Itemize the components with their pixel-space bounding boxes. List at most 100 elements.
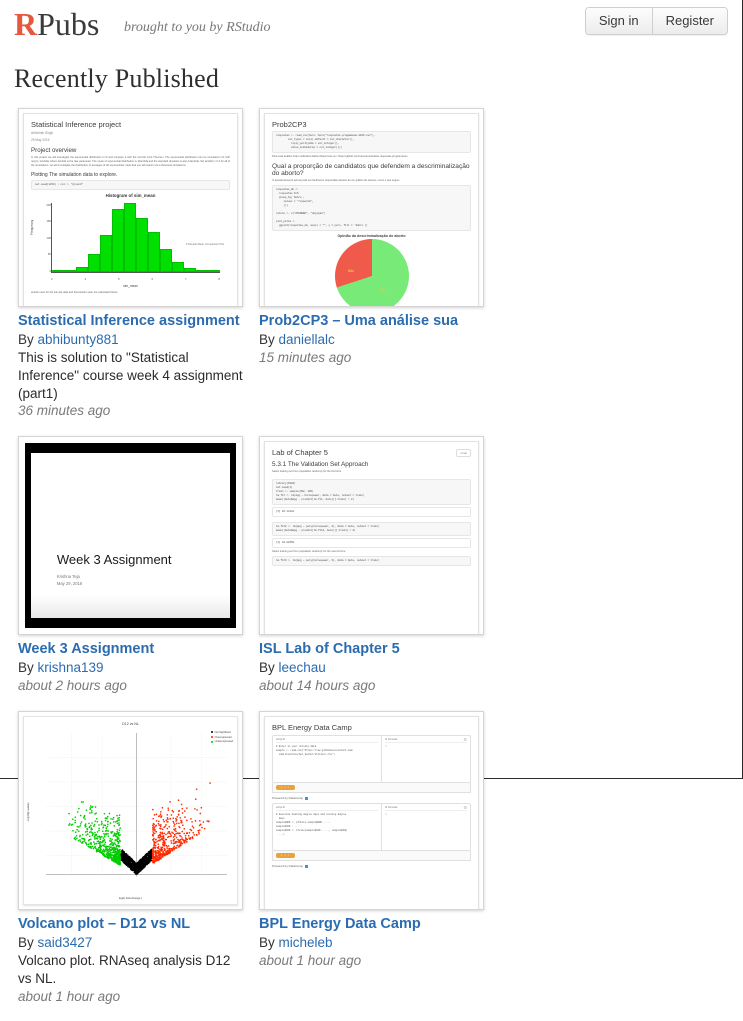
card-author-link[interactable]: abhibunty881 [38, 332, 119, 347]
card-byline: By leechau [259, 659, 484, 677]
thumbnail-volcano-plot[interactable]: D12 vs NL -log10(p-value) Not Significan… [18, 710, 243, 910]
card-body: Volcano plot – D12 vs NL By said3427 Vol… [18, 910, 243, 1005]
gear-icon[interactable]: ⚙ [463, 737, 467, 742]
slide-title: Week 3 Assignment [56, 552, 172, 568]
card-byline: By micheleb [259, 934, 484, 952]
datacamp-script-pane[interactable]: script.R # Generate heating degree days … [273, 803, 383, 850]
thumb-doc-heading: Qual a proporção de candidatos que defen… [272, 163, 470, 178]
publication-card: D12 vs NL -log10(p-value) Not Significan… [10, 710, 251, 1005]
card-title-link[interactable]: Statistical Inference assignment [18, 312, 243, 331]
volcano-chart: D12 vs NL -log10(p-value) Not Significan… [23, 715, 238, 905]
card-timestamp: 15 minutes ago [259, 349, 352, 365]
publication-card: BPL Energy Data Camp script.R # Enter in… [251, 710, 492, 1005]
thumbnail-isl-lab-chapter5[interactable]: Code Lab of Chapter 5 5.3.1 The Validati… [259, 436, 484, 636]
thumbnail-bpl-energy-data-camp[interactable]: BPL Energy Data Camp script.R # Enter in… [259, 710, 484, 910]
thumb-code-block: library(ISLR) set.seed(1) train <- sampl… [272, 479, 471, 506]
run-button[interactable]: • • • [276, 784, 296, 790]
publication-card: Code Lab of Chapter 5 5.3.1 The Validati… [251, 436, 492, 695]
thumb-code-output: [1] 26.14142 [272, 507, 471, 518]
thumb-document: BPL Energy Data Camp script.R # Enter in… [264, 715, 479, 909]
thumb-histogram: Histogram of sim_mean Frequency 200 150 10… [30, 193, 230, 289]
legend-color-swatch [211, 736, 214, 739]
powered-label: Powered by DataCamp [272, 863, 304, 868]
card-author-link[interactable]: leechau [279, 660, 326, 675]
card-author-link[interactable]: micheleb [279, 935, 333, 950]
card-author-link[interactable]: said3427 [38, 935, 93, 950]
histogram-xlabel: sim_mean [123, 283, 138, 288]
script-code: # Generate heating degree days and cooli… [276, 812, 348, 837]
card-author-link[interactable]: krishna139 [38, 660, 104, 675]
card-title-link[interactable]: Volcano plot – D12 vs NL [18, 915, 243, 934]
histogram-plot-area [51, 202, 220, 273]
recently-published-grid: Statistical Inference project Abhishek S… [0, 108, 742, 1021]
histogram-bar [136, 217, 148, 272]
thumb-doc-note: Select training set from population rand… [272, 470, 342, 474]
volcano-title: D12 vs NL [122, 721, 139, 726]
thumb-doc-paragraph: In this project we will investigate the … [31, 155, 230, 167]
card-timestamp: about 14 hours ago [259, 678, 376, 694]
histogram-x-tick: 4 [84, 276, 87, 281]
logo-letter-r: R [14, 6, 38, 42]
histogram-bar [112, 209, 124, 272]
thumb-doc-code-2: respostas_ab <- respostas %>% group_by(`… [272, 185, 471, 232]
datacamp-panel: script.R # Enter in your utility data sa… [272, 734, 471, 783]
card-author-link[interactable]: daniellalc [279, 332, 335, 347]
thumb-doc-title: Lab of Chapter 5 [272, 448, 328, 458]
auth-button-group: Sign in Register [584, 7, 728, 35]
histogram-side-note: # Sample Mean Comparison Plot [185, 242, 224, 246]
card-title-link[interactable]: Week 3 Assignment [18, 640, 243, 659]
thumbnail-week3-assignment[interactable]: Week 3 Assignment Krishna Teja May 29, 2… [18, 436, 243, 636]
legend-item: Underexpressed [211, 740, 233, 745]
register-button[interactable]: Register [651, 8, 727, 34]
histogram-bar [52, 269, 64, 272]
rpubs-logo[interactable]: RPubs [14, 4, 99, 44]
histogram-x-tick: 7 [184, 276, 187, 281]
publication-card: Week 3 Assignment Krishna Teja May 29, 2… [10, 436, 251, 695]
thumb-code-block: lm.fit3 <- lm(mpg ~ poly(horsepower, 3),… [272, 556, 471, 567]
card-title-link[interactable]: ISL Lab of Chapter 5 [259, 640, 484, 659]
histogram-bar [76, 266, 88, 272]
gear-icon[interactable]: ⚙ [463, 805, 467, 810]
script-tab[interactable]: script.R [276, 806, 379, 811]
run-button[interactable]: • • • [276, 852, 296, 858]
script-tab[interactable]: script.R [276, 738, 379, 743]
volcano-plot-area [46, 732, 227, 884]
code-toggle-button[interactable]: Code [456, 449, 471, 458]
datacamp-console-pane[interactable]: R Console > ⚙ [382, 736, 470, 782]
site-header: RPubs brought to you by RStudio Sign in … [0, 0, 742, 50]
histogram-bar [148, 231, 160, 272]
slide-subtitle: Krishna Teja May 29, 2016 [57, 573, 82, 587]
datacamp-script-pane[interactable]: script.R # Enter in your utility data sa… [273, 735, 383, 782]
card-description: Volcano plot. RNAseq analysis D12 vs NL. [18, 952, 231, 986]
datacamp-panel: script.R # Generate heating degree days … [272, 802, 471, 851]
datacamp-run-bar: • • • [272, 850, 471, 861]
card-title-link[interactable]: Prob2CP3 – Uma análise sua [259, 312, 484, 331]
datacamp-console-pane[interactable]: R Console > ⚙ [382, 804, 470, 850]
thumb-doc-title: Statistical Inference project [31, 120, 122, 129]
sign-in-button[interactable]: Sign in [585, 8, 652, 34]
histogram-bar [100, 234, 112, 272]
volcano-legend: Not Significant Overexpressed Underexpress… [211, 731, 233, 745]
card-body: ISL Lab of Chapter 5 By leechau about 14… [259, 635, 484, 695]
console-tab[interactable]: R Console [385, 738, 467, 743]
thumb-doc-note-2: O questionamento acima pode ser facilmen… [272, 179, 400, 183]
volcano-xlabel: log2( fold-change ) [118, 895, 143, 900]
thumb-doc-heading: Project overview [31, 146, 77, 154]
by-prefix: By [18, 660, 38, 676]
script-code: # Enter in your utility data sample <- r… [276, 744, 354, 757]
console-tab[interactable]: R Console [385, 806, 467, 811]
legend-color-swatch [211, 731, 214, 734]
histogram-bar [184, 267, 196, 272]
by-prefix: By [259, 935, 279, 951]
volcano-svg [46, 732, 227, 877]
thumbnail-prob2cp3[interactable]: Prob2CP3 respostas <- read_csv(here::her… [259, 108, 484, 307]
slide-surface: Week 3 Assignment Krishna Teja May 29, 2… [31, 453, 230, 619]
publication-card: Statistical Inference project Abhishek S… [10, 108, 251, 420]
thumb-doc-author: Abhishek Singh [31, 131, 54, 135]
card-title-link[interactable]: BPL Energy Data Camp [259, 915, 484, 934]
volcano-ylabel: -log10(p-value) [26, 803, 30, 822]
histogram-x-ticks: 3 4 5 6 7 8 [51, 277, 220, 281]
card-body: Prob2CP3 – Uma análise sua By daniellalc… [259, 307, 484, 367]
thumbnail-statistical-inference[interactable]: Statistical Inference project Abhishek S… [18, 108, 243, 307]
thumb-doc-note: Para esta análise foram utilizados dados… [272, 155, 408, 158]
